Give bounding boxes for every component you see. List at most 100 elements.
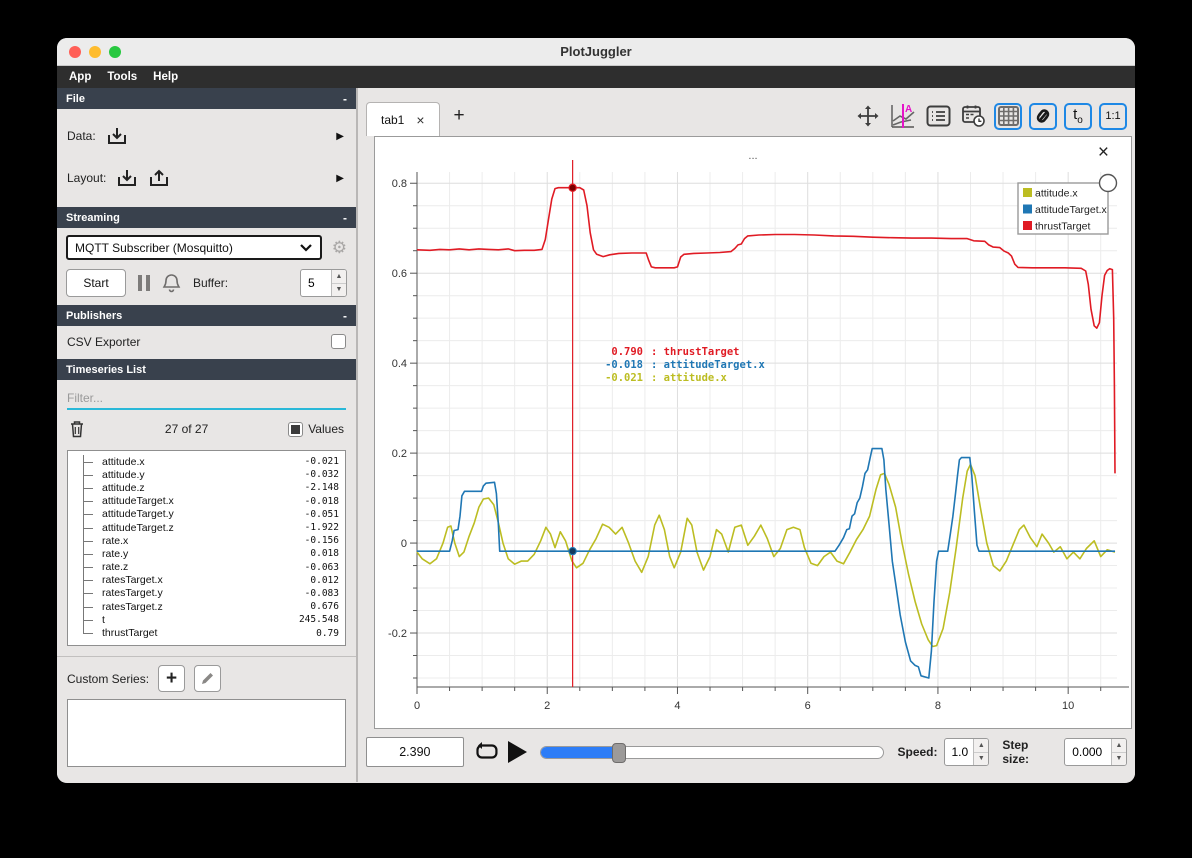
add-custom-series-button[interactable]: + [158,665,186,692]
timeseries-value: -0.021 [304,456,339,468]
new-tab-button[interactable]: + [454,105,465,127]
pause-icon[interactable] [138,275,150,291]
timeseries-row[interactable]: attitude.y -0.032 [74,468,345,482]
spin-down-icon[interactable]: ▼ [974,752,989,765]
data-menu-arrow-icon[interactable]: ▶ [336,131,346,142]
custom-series-label: Custom Series: [67,671,150,686]
streaming-settings-gear-icon[interactable]: ⚙ [332,239,347,256]
svg-text:0: 0 [414,700,420,712]
start-button[interactable]: Start [66,269,126,297]
timeseries-count: 27 of 27 [164,422,209,436]
csv-exporter-checkbox[interactable] [331,334,346,349]
slider-handle[interactable] [612,742,627,763]
plot-panel[interactable]: 0 2 4 6 8 10 -0.2 0 0.2 0.4 0.6 0.8 0.790: thrustTar… [374,136,1132,729]
timeseries-row[interactable]: t 245.548 [74,613,345,627]
spin-down-icon[interactable]: ▼ [1112,752,1126,765]
notifications-bell-icon[interactable] [162,273,181,293]
playback-controls: 2.390 Speed: 1.0 ▲ ▼ Step size: 0.000 ▲ … [366,736,1127,768]
edit-custom-series-button[interactable] [194,665,222,692]
speed-label: Speed: [897,745,938,759]
svg-text:-0.2: -0.2 [388,628,407,640]
time-value-field[interactable]: 2.390 [366,737,464,767]
custom-series-list[interactable] [67,699,346,767]
ratio-button[interactable]: 1:1 [1099,102,1127,130]
timeseries-row[interactable]: ratesTarget.y -0.083 [74,586,345,601]
play-button[interactable] [507,741,527,763]
data-import-icon[interactable] [106,126,128,146]
timeseries-row[interactable]: attitudeTarget.x -0.018 [74,494,345,508]
timeseries-name: thrustTarget [102,627,158,640]
timeseries-filter-input[interactable] [67,388,346,410]
streaming-source-dropdown[interactable]: MQTT Subscriber (Mosquitto) [66,235,322,260]
timeseries-section-header[interactable]: Timeseries List [57,359,356,380]
layout-menu-arrow-icon[interactable]: ▶ [336,173,346,184]
spin-up-icon[interactable]: ▲ [332,270,346,284]
timeseries-row[interactable]: attitudeTarget.z -1.922 [74,520,345,535]
timeline-slider[interactable] [539,742,885,763]
close-window-button[interactable] [69,46,81,58]
sidebar: File - Data: ▶ Layout: ▶ Streaming - MQT… [57,88,358,782]
timeseries-row[interactable]: ratesTarget.x 0.012 [74,573,345,588]
date-time-button[interactable] [959,103,987,130]
svg-text:-0.018: attitudeTarget.x: -0.018: attitudeTarget.x [605,359,765,371]
collapse-icon: - [343,308,347,323]
tab-close-icon[interactable]: × [416,112,424,128]
timeseries-value: -0.018 [304,495,339,507]
plot-close-icon[interactable]: × [1098,143,1109,162]
menu-item-help[interactable]: Help [153,71,178,83]
time-offset-button[interactable]: to [1064,102,1092,130]
layout-export-icon[interactable] [148,168,170,188]
timeseries-row[interactable]: attitudeTarget.y -0.051 [74,507,345,522]
timeseries-name: rate.x [102,534,129,547]
zoom-window-button[interactable] [109,46,121,58]
layout-import-icon[interactable] [116,168,138,188]
timeseries-row[interactable]: rate.y 0.018 [74,547,345,561]
step-size-spinbox[interactable]: 0.000 ▲ ▼ [1064,738,1127,766]
timeseries-row[interactable]: attitude.z -2.148 [74,481,345,495]
loop-icon[interactable] [475,741,499,763]
spin-up-icon[interactable]: ▲ [974,739,989,753]
menu-item-tools[interactable]: Tools [107,71,137,83]
timeseries-name: t [102,613,105,626]
timeseries-value: 0.018 [310,548,339,560]
timeseries-row[interactable]: ratesTarget.z 0.676 [74,600,345,614]
menu-item-app[interactable]: App [69,71,91,83]
timeseries-value: -0.032 [304,469,339,481]
pan-move-button[interactable] [854,103,882,130]
file-section-header[interactable]: File - [57,88,356,109]
values-label: Values [308,422,344,436]
link-icon [1036,109,1050,123]
svg-text:0.4: 0.4 [392,358,407,370]
curve-tracker-button[interactable]: A [889,103,917,130]
svg-text:-0.021: attitude.x: -0.021: attitude.x [605,372,727,384]
svg-text:6: 6 [805,700,811,712]
streaming-section-header[interactable]: Streaming - [57,207,356,228]
timeseries-list[interactable]: attitude.x -0.021 attitude.y -0.032 attitude… [67,450,346,646]
data-list-button[interactable] [924,103,952,130]
speed-spinbox[interactable]: 1.0 ▲ ▼ [943,738,990,766]
timeseries-row[interactable]: attitude.x -0.021 [74,455,345,469]
timeseries-name: attitudeTarget.y [102,508,174,521]
grid-view-button[interactable] [994,102,1022,130]
link-axes-button[interactable] [1029,102,1057,130]
timeseries-row[interactable]: thrustTarget 0.79 [74,626,345,639]
calendar-clock-icon [961,105,985,127]
svg-text:0.8: 0.8 [392,178,407,190]
tab-tab1[interactable]: tab1 × [366,102,440,136]
chart[interactable]: 0 2 4 6 8 10 -0.2 0 0.2 0.4 0.6 0.8 0.790: thrustTar… [375,137,1133,730]
svg-text:2: 2 [544,700,550,712]
publishers-section-header[interactable]: Publishers - [57,305,356,326]
timeseries-name: ratesTarget.y [102,587,163,600]
timeseries-value: 0.676 [310,601,339,613]
spin-up-icon[interactable]: ▲ [1112,739,1126,753]
ratio-1-1-icon: 1:1 [1105,110,1121,122]
values-checkbox[interactable] [288,421,304,437]
minimize-window-button[interactable] [89,46,101,58]
delete-trash-icon[interactable] [69,420,85,438]
timeseries-row[interactable]: rate.x -0.156 [74,534,345,548]
buffer-spinbox[interactable]: 5 ▲ ▼ [300,269,347,297]
timeseries-name: attitudeTarget.z [102,521,174,534]
svg-text:A: A [905,104,912,115]
spin-down-icon[interactable]: ▼ [332,283,346,296]
timeseries-row[interactable]: rate.z -0.063 [74,560,345,574]
